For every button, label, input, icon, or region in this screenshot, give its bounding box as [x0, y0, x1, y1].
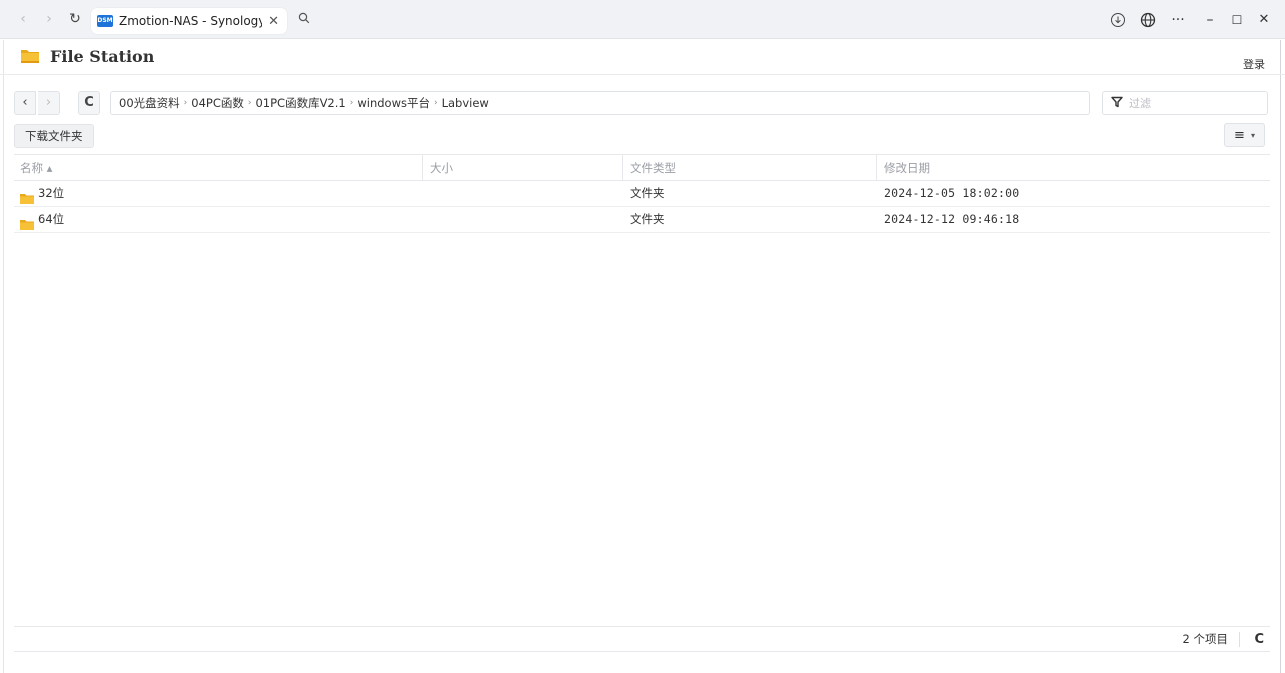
file-type: 文件夹 [630, 186, 665, 200]
download-circle-icon [1111, 13, 1125, 27]
chevron-right-icon: › [433, 98, 438, 108]
file-name-cell: 64位 [20, 207, 64, 232]
breadcrumb-item[interactable]: 01PC函数库V2.1 [255, 95, 345, 111]
window-left-border [3, 40, 4, 673]
browser-tab[interactable]: DSM Zmotion-NAS - Synology N ✕ [91, 8, 287, 34]
refresh-button[interactable]: C [78, 91, 100, 115]
file-name: 64位 [38, 212, 65, 226]
magnifier-icon [298, 12, 310, 24]
file-name-cell: 32位 [20, 181, 64, 206]
file-name: 32位 [38, 186, 65, 200]
browser-reload-button[interactable]: ↻ [66, 10, 84, 28]
window-right-border [1280, 40, 1281, 673]
browser-back-button[interactable]: ‹ [14, 10, 32, 28]
more-options-icon[interactable]: ··· [1166, 9, 1190, 31]
dsm-favicon-icon: DSM [97, 15, 113, 27]
table-row[interactable]: 64位 文件夹 2024-12-12 09:46:18 [14, 207, 1270, 233]
tab-search-icon[interactable] [294, 10, 314, 30]
tab-title: Zmotion-NAS - Synology N [119, 14, 263, 28]
folder-icon [20, 188, 34, 204]
breadcrumb[interactable]: 00光盘资料 › 04PC函数 › 01PC函数库V2.1 › windows平… [110, 91, 1090, 115]
filter-input[interactable] [1129, 96, 1259, 110]
file-type: 文件夹 [630, 212, 665, 226]
column-header-type[interactable]: 文件类型 [622, 155, 876, 181]
filter-funnel-icon [1111, 96, 1123, 111]
chevron-down-icon: ▾ [1250, 130, 1255, 140]
column-header-size[interactable]: 大小 [422, 155, 622, 181]
tab-close-icon[interactable]: ✕ [268, 14, 279, 29]
breadcrumb-item[interactable]: 04PC函数 [191, 95, 244, 111]
back-button[interactable]: ‹ [14, 91, 36, 115]
column-header-name[interactable]: 名称 ▴ [14, 155, 422, 181]
browser-chrome: ‹ › ↻ DSM Zmotion-NAS - Synology N ✕ ···… [0, 0, 1285, 39]
app-header [0, 40, 1285, 75]
footer-divider [1239, 632, 1240, 647]
filter-box[interactable] [1102, 91, 1268, 115]
language-globe-icon[interactable] [1138, 9, 1158, 31]
breadcrumb-item[interactable]: windows平台 [357, 95, 430, 111]
browser-forward-button[interactable]: › [40, 10, 58, 28]
login-link[interactable]: 登录 [1243, 56, 1265, 72]
app-title: File Station [50, 47, 155, 66]
table-header: 名称 ▴ 大小 文件类型 修改日期 [14, 154, 1270, 181]
item-count: 2 个项目 [1182, 632, 1228, 646]
status-bar: 2 个项目 C [14, 626, 1270, 652]
file-modified: 2024-12-12 09:46:18 [884, 212, 1020, 226]
chevron-right-icon: › [183, 98, 188, 108]
file-list: 32位 文件夹 2024-12-05 18:02:00 64位 文件夹 2024… [14, 181, 1270, 233]
download-folder-button[interactable]: 下载文件夹 [14, 124, 94, 148]
globe-icon [1140, 12, 1156, 28]
chevron-right-icon: › [247, 98, 252, 108]
folder-icon [20, 214, 34, 230]
close-window-button[interactable]: ✕ [1254, 9, 1274, 31]
breadcrumb-item[interactable]: 00光盘资料 [119, 95, 180, 111]
list-view-icon: ≡ [1234, 127, 1245, 143]
chevron-right-icon: › [349, 98, 354, 108]
footer-refresh-button[interactable]: C [1254, 627, 1264, 652]
maximize-window-button[interactable]: ☐ [1227, 9, 1247, 31]
view-mode-button[interactable]: ≡ ▾ [1224, 123, 1265, 147]
file-station-folder-icon [20, 46, 40, 66]
column-header-modified[interactable]: 修改日期 [876, 155, 1270, 181]
file-modified: 2024-12-05 18:02:00 [884, 186, 1020, 200]
forward-button[interactable]: › [38, 91, 60, 115]
table-row[interactable]: 32位 文件夹 2024-12-05 18:02:00 [14, 181, 1270, 207]
minimize-window-button[interactable]: – [1200, 9, 1220, 31]
breadcrumb-item-current[interactable]: Labview [442, 96, 489, 110]
downloads-icon[interactable] [1108, 9, 1128, 31]
